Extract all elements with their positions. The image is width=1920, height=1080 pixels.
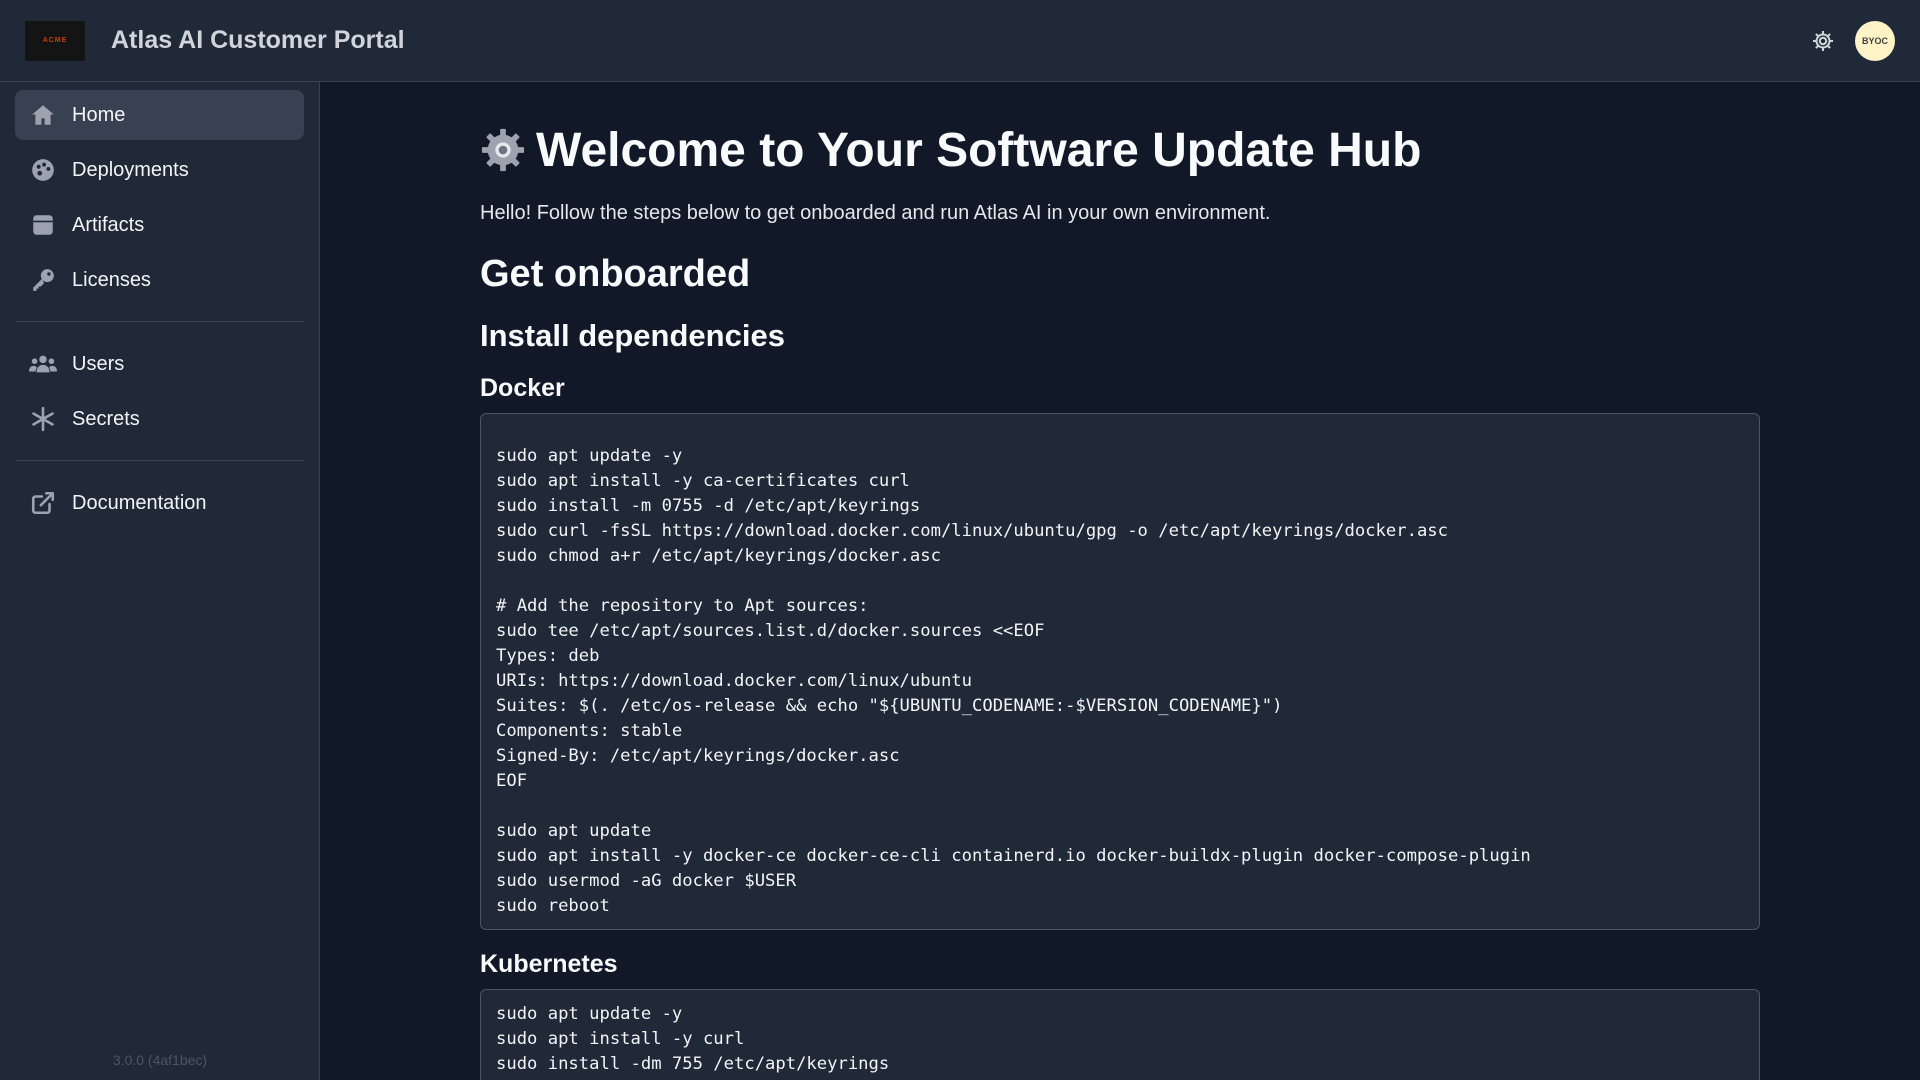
sidebar-item-users[interactable]: Users [15, 339, 304, 389]
key-icon [29, 266, 57, 294]
logo-text: ACME [42, 37, 68, 44]
main-content: Welcome to Your Software Update Hub Hell… [320, 82, 1920, 1080]
section-title: Get onboarded [480, 253, 751, 295]
page-title: Welcome to Your Software Update Hub [480, 120, 1760, 180]
gear-icon [1813, 30, 1833, 51]
kubernetes-heading: Kubernetes [480, 950, 618, 978]
users-icon [29, 350, 57, 378]
sidebar-item-label: Deployments [72, 158, 189, 181]
external-link-icon [29, 489, 57, 517]
sidebar-item-licenses[interactable]: Licenses [15, 255, 304, 305]
kubernetes-code[interactable]: sudo apt update -y sudo apt install -y c… [496, 1002, 1744, 1077]
sidebar-item-label: Secrets [72, 407, 140, 430]
intro-text: Hello! Follow the steps below to get onb… [480, 202, 1271, 224]
sidebar-item-label: Users [72, 352, 125, 375]
top-bar: ACME Atlas AI Customer Portal BYOC [0, 0, 1920, 82]
palette-icon [29, 156, 57, 184]
sidebar-item-documentation[interactable]: Documentation [15, 478, 304, 528]
docker-code[interactable]: sudo apt update -y sudo apt install -y c… [496, 444, 1744, 919]
sidebar-item-label: Licenses [72, 268, 151, 291]
sidebar-item-label: Home [72, 103, 126, 126]
sidebar-item-artifacts[interactable]: Artifacts [15, 200, 304, 250]
sidebar-item-secrets[interactable]: Secrets [15, 394, 304, 444]
page-title-text: Welcome to Your Software Update Hub [536, 123, 1422, 177]
subsection-title: Install dependencies [480, 318, 785, 353]
home-icon [29, 101, 57, 129]
avatar-text: BYOC [1861, 35, 1888, 46]
app-title: Atlas AI Customer Portal [111, 26, 405, 54]
sidebar-item-home[interactable]: Home [15, 90, 304, 140]
version-label: 3.0.0 (4af1bec) [112, 1052, 208, 1068]
gear-icon [481, 128, 525, 172]
sidebar-item-deployments[interactable]: Deployments [15, 145, 304, 195]
sidebar-item-label: Artifacts [72, 213, 145, 236]
box-icon [29, 211, 57, 239]
docker-heading: Docker [480, 374, 565, 402]
docker-code-block[interactable]: sudo apt update -y sudo apt install -y c… [480, 413, 1760, 930]
sidebar-divider [15, 321, 304, 322]
sidebar: Home Deployments Artifacts Licenses User… [0, 82, 320, 1080]
user-avatar[interactable]: BYOC [1855, 20, 1895, 61]
kubernetes-code-block[interactable]: sudo apt update -y sudo apt install -y c… [480, 989, 1760, 1080]
sidebar-divider [15, 460, 304, 461]
sidebar-item-label: Documentation [72, 491, 207, 514]
asterisk-icon [29, 405, 57, 433]
settings-button[interactable] [1809, 27, 1837, 55]
company-logo[interactable]: ACME [25, 20, 85, 61]
